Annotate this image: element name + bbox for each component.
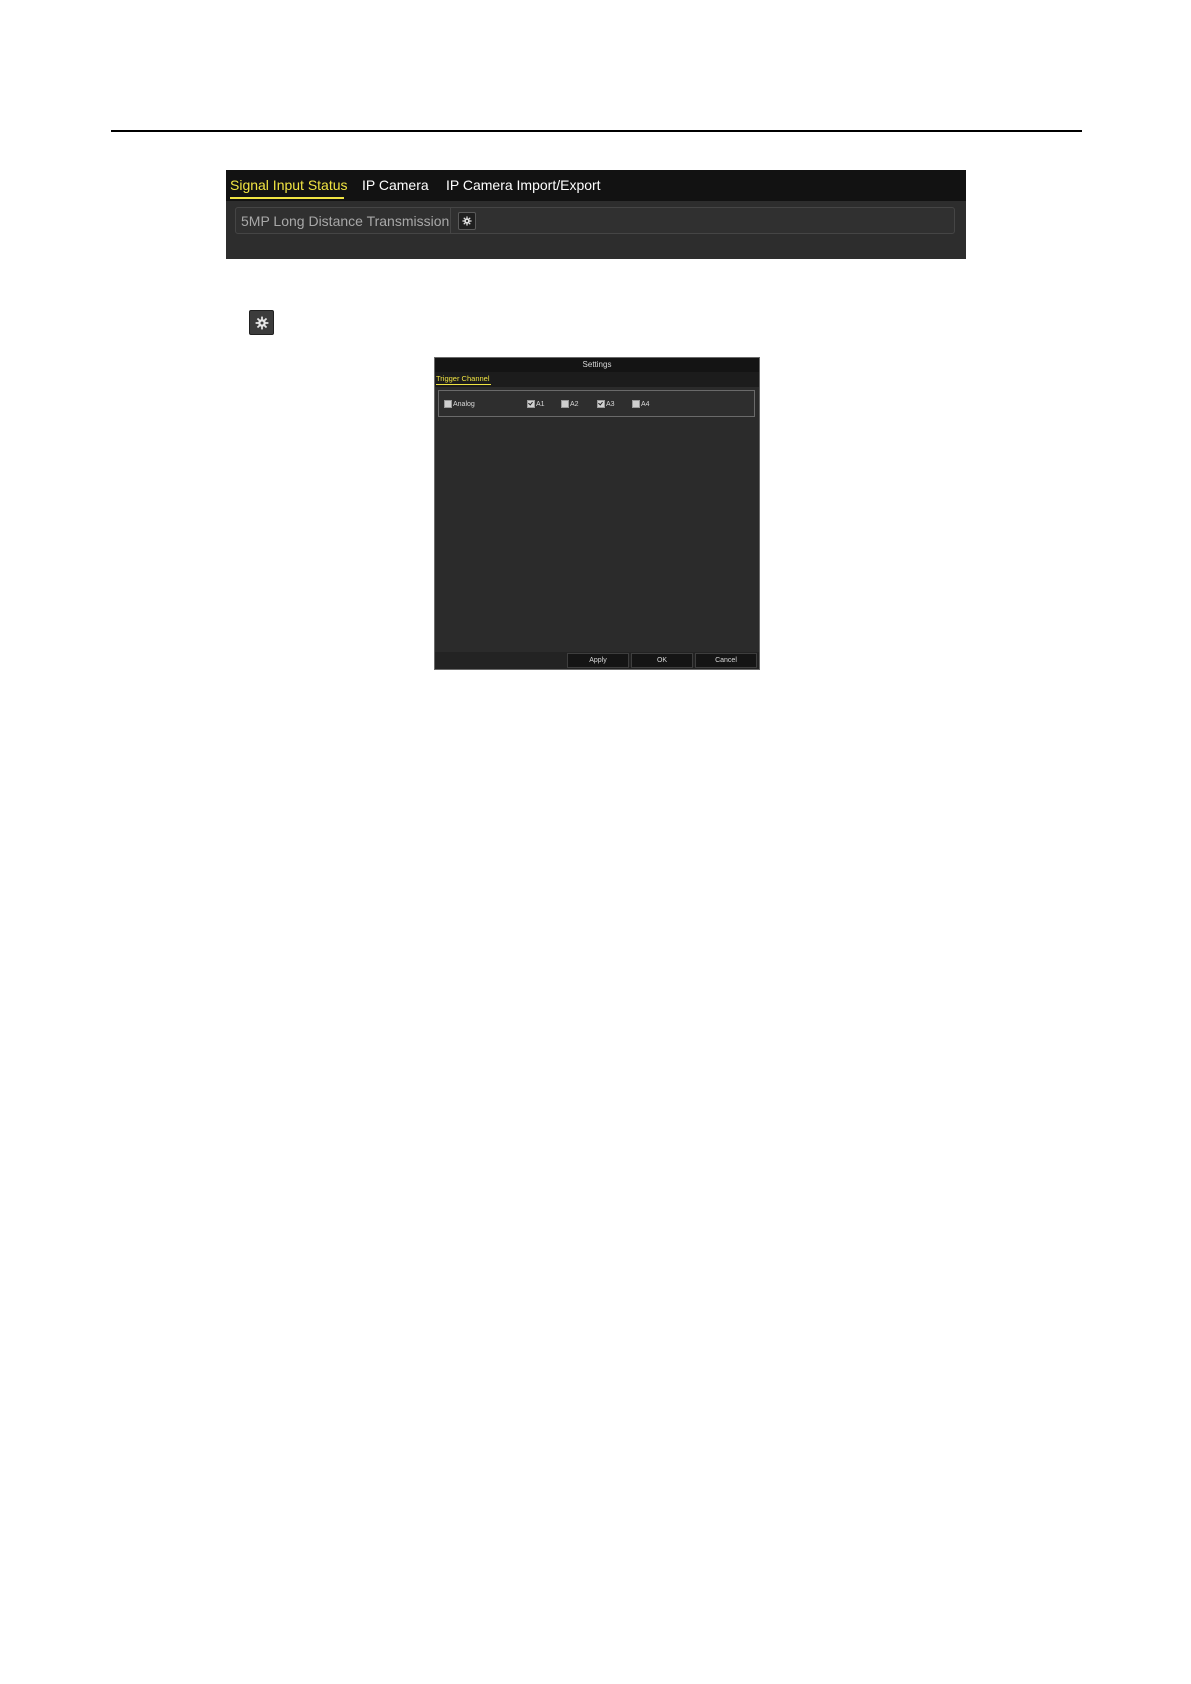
checkbox-a4[interactable]: A4	[632, 400, 650, 408]
checkbox-box	[561, 400, 569, 408]
checkbox-label: A4	[641, 400, 650, 408]
ok-button[interactable]: OK	[631, 653, 693, 668]
tab-trigger-channel[interactable]: Trigger Channel	[436, 374, 490, 383]
checkbox-label: A3	[606, 400, 615, 408]
dialog-footer: Apply OK Cancel	[435, 652, 759, 669]
header-rule	[111, 130, 1082, 132]
tab-bar: Signal Input Status IP Camera IP Camera …	[226, 170, 966, 201]
active-tab-underline	[230, 197, 344, 199]
checkbox-a1[interactable]: A1	[527, 400, 545, 408]
checkbox-analog[interactable]: Analog	[444, 400, 475, 408]
tab-ip-camera-import-export[interactable]: IP Camera Import/Export	[446, 177, 601, 193]
checkbox-a2[interactable]: A2	[561, 400, 579, 408]
settings-gear-illustration	[249, 310, 274, 335]
checkbox-a3[interactable]: A3	[597, 400, 615, 408]
tab-signal-input-status[interactable]: Signal Input Status	[230, 177, 348, 193]
apply-button[interactable]: Apply	[567, 653, 629, 668]
checkbox-label: Analog	[453, 400, 475, 408]
checkbox-box	[527, 400, 535, 408]
checkbox-label: A1	[536, 400, 545, 408]
row-label: 5MP Long Distance Transmission	[241, 213, 450, 229]
checkbox-box	[597, 400, 605, 408]
signal-input-status-screenshot: Signal Input Status IP Camera IP Camera …	[226, 170, 966, 259]
dialog-title: Settings	[582, 360, 612, 369]
settings-dialog: Settings Trigger Channel Analog A1 A2 A3…	[434, 357, 760, 670]
checkbox-box	[632, 400, 640, 408]
cancel-button[interactable]: Cancel	[695, 653, 757, 668]
dialog-tab-bar: Trigger Channel	[435, 372, 759, 387]
gear-icon	[462, 216, 472, 226]
dialog-titlebar: Settings	[435, 358, 759, 372]
tab-ip-camera[interactable]: IP Camera	[362, 177, 429, 193]
settings-button[interactable]	[458, 212, 476, 230]
checkbox-box	[444, 400, 452, 408]
row-divider	[450, 208, 451, 233]
gear-icon	[255, 316, 268, 329]
long-distance-transmission-row: 5MP Long Distance Transmission	[235, 207, 955, 234]
trigger-channel-group: Analog A1 A2 A3 A4	[438, 390, 755, 417]
checkbox-label: A2	[570, 400, 579, 408]
active-tab-underline	[436, 384, 491, 385]
